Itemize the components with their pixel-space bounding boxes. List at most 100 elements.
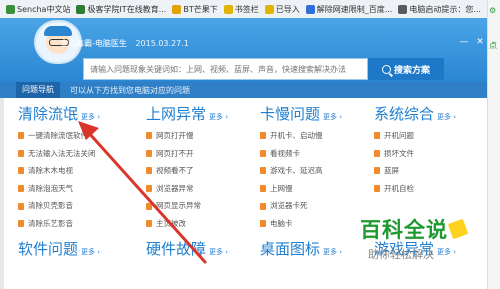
problem-link-label: 一键清除流氓软件 (28, 131, 88, 140)
more-link[interactable]: 更多 (323, 247, 342, 257)
nav-strip: 问题导航 可以从下方找到您电脑对应的问题 (0, 82, 500, 98)
problem-link[interactable]: 电脑卡 (260, 215, 372, 233)
document-icon (260, 185, 266, 193)
category-block: 上网异常更多网页打开慢网页打不开视频看不了浏览器异常网页显示异常主页被改 (146, 103, 258, 233)
bookmark-label: 解除网速限制_百度... (316, 4, 393, 14)
problem-link-label: 清除贝壳影音 (28, 201, 73, 211)
problem-link-label: 浏览器异常 (156, 183, 194, 193)
category-block: 卡慢问题更多开机卡、启动慢看视频卡游戏卡、延迟高上网慢浏览器卡死电脑卡 (260, 103, 372, 233)
category-header: 系统综合 更多 (374, 103, 486, 124)
search-button[interactable]: 搜索方案 (368, 58, 444, 80)
side-top-icon[interactable]: ⚙ (489, 6, 496, 15)
right-side-panel: ⚙ 点 (487, 0, 500, 289)
category-header: 卡慢问题 更多 (260, 103, 372, 124)
problem-link[interactable]: 清除木木电视 (18, 162, 130, 180)
problem-link-label: 开机问题 (384, 131, 414, 140)
bookmark-label: 电脑启动提示：您... (409, 4, 481, 14)
more-link[interactable]: 更多 (323, 112, 342, 122)
search-input[interactable] (83, 58, 368, 80)
problem-link[interactable]: 网页打开慢 (146, 127, 258, 145)
close-button[interactable]: ✕ (474, 36, 486, 48)
problem-link[interactable]: 清除泡泡天气 (18, 180, 130, 198)
problem-link-label: 清除乐艺影音 (28, 218, 73, 228)
side-mid-text: 点 (489, 41, 497, 50)
category-title[interactable]: 上网异常 (146, 103, 206, 124)
category-header: 桌面图标 更多 (260, 238, 372, 259)
document-icon (18, 167, 24, 175)
bookmarks-bar: Sencha中文站 极客学院IT在线教育... BT芒果下 书签栏 已导入 解除网速限制_… (0, 0, 500, 19)
more-link[interactable]: 更多 (437, 112, 456, 122)
document-icon (260, 202, 266, 210)
problem-link[interactable]: 清除乐艺影音 (18, 215, 130, 233)
category-item-list: 网页打开慢 网页打不开 视频看不了浏览器异常网页显示异常主页被改 (146, 127, 258, 233)
problem-link[interactable]: 开机自检 (374, 180, 486, 198)
document-icon (146, 185, 152, 193)
more-link[interactable]: 更多 (81, 112, 100, 122)
problem-link-label: 上网慢 (270, 183, 293, 193)
bookmark-item[interactable]: 解除网速限制_百度... (305, 4, 393, 15)
search-button-label: 搜索方案 (393, 65, 430, 76)
problem-link-label: 清除木木电视 (28, 166, 73, 176)
problem-link[interactable]: 无法输入法无法关闭 (18, 145, 130, 163)
problem-link[interactable]: 损坏文件 (374, 145, 486, 163)
problem-link-label: 蓝屏 (384, 166, 399, 176)
category-header: 硬件故障 更多 (146, 238, 258, 259)
document-icon (18, 132, 24, 140)
app-name: 金山毒霸-电脑医生 (60, 39, 127, 48)
bookmark-item[interactable]: 极客学院IT在线教育... (76, 4, 166, 15)
problem-link-label: 网页显示异常 (156, 201, 201, 211)
category-header: 上网异常 更多 (146, 103, 258, 124)
bookmark-item[interactable]: 已导入 (264, 4, 300, 15)
left-edge (0, 98, 4, 289)
more-link[interactable]: 更多 (209, 112, 228, 122)
document-icon (146, 132, 152, 140)
category-title[interactable]: 清除流氓 (18, 103, 78, 124)
document-icon (18, 149, 24, 157)
problem-link[interactable]: 清除贝壳影音 (18, 197, 130, 215)
bookmark-label: 极客学院IT在线教育... (87, 4, 167, 14)
problem-link[interactable]: 视频看不了 (146, 162, 258, 180)
category-title[interactable]: 卡慢问题 (260, 103, 320, 124)
bookmark-label: BT芒果下 (183, 4, 218, 14)
bookmark-label: 书签栏 (234, 4, 259, 14)
problem-link[interactable]: 网页显示异常 (146, 197, 258, 215)
problem-link[interactable]: 看视频卡 (260, 145, 372, 163)
document-icon (18, 220, 24, 228)
category-block: 清除流氓更多一键清除流氓软件无法输入法无法关闭清除木木电视清除泡泡天气清除贝壳影… (18, 103, 130, 233)
problem-link[interactable]: 上网慢 (260, 180, 372, 198)
problem-link-label: 浏览器卡死 (270, 201, 308, 211)
category-title[interactable]: 硬件故障 (146, 238, 206, 259)
bookmark-item[interactable]: BT芒果下 (172, 4, 218, 15)
problem-link[interactable]: 开机问题 (374, 127, 486, 145)
document-icon (374, 185, 380, 193)
problem-link (374, 197, 486, 215)
more-link[interactable]: 更多 (209, 247, 228, 257)
problem-link[interactable]: 浏览器异常 (146, 180, 258, 198)
problem-link-label: 开机自检 (384, 183, 414, 193)
document-icon (374, 149, 380, 157)
problem-link[interactable]: 蓝屏 (374, 162, 486, 180)
category-block: 硬件故障 更多 (146, 238, 258, 259)
document-icon (260, 220, 266, 228)
bookmark-item[interactable]: 书签栏 (223, 4, 259, 15)
category-title[interactable]: 桌面图标 (260, 238, 320, 259)
problem-link-label: 开机卡、启动慢 (270, 131, 323, 140)
category-title[interactable]: 系统综合 (374, 103, 434, 124)
problem-link[interactable]: 游戏卡、延迟高 (260, 162, 372, 180)
problem-link-label: 电脑卡 (270, 218, 293, 228)
bookmark-item[interactable]: 电脑启动提示：您... (398, 4, 481, 15)
category-title[interactable]: 软件问题 (18, 238, 78, 259)
bookmark-icon (305, 4, 315, 14)
more-link[interactable]: 更多 (81, 247, 100, 257)
problem-link[interactable]: 一键清除流氓软件 (18, 127, 130, 145)
problem-link[interactable]: 浏览器卡死 (260, 197, 372, 215)
minimize-button[interactable]: — (458, 36, 470, 48)
bookmark-icon (223, 4, 233, 14)
document-icon (146, 149, 152, 157)
problem-link[interactable]: 主页被改 (146, 215, 258, 233)
problem-link[interactable]: 开机卡、启动慢 (260, 127, 372, 145)
bookmark-item[interactable]: Sencha中文站 (6, 4, 70, 15)
tab-problem-nav[interactable]: 问题导航 (16, 82, 60, 98)
document-icon (374, 132, 380, 140)
problem-link[interactable]: 网页打不开 (146, 145, 258, 163)
